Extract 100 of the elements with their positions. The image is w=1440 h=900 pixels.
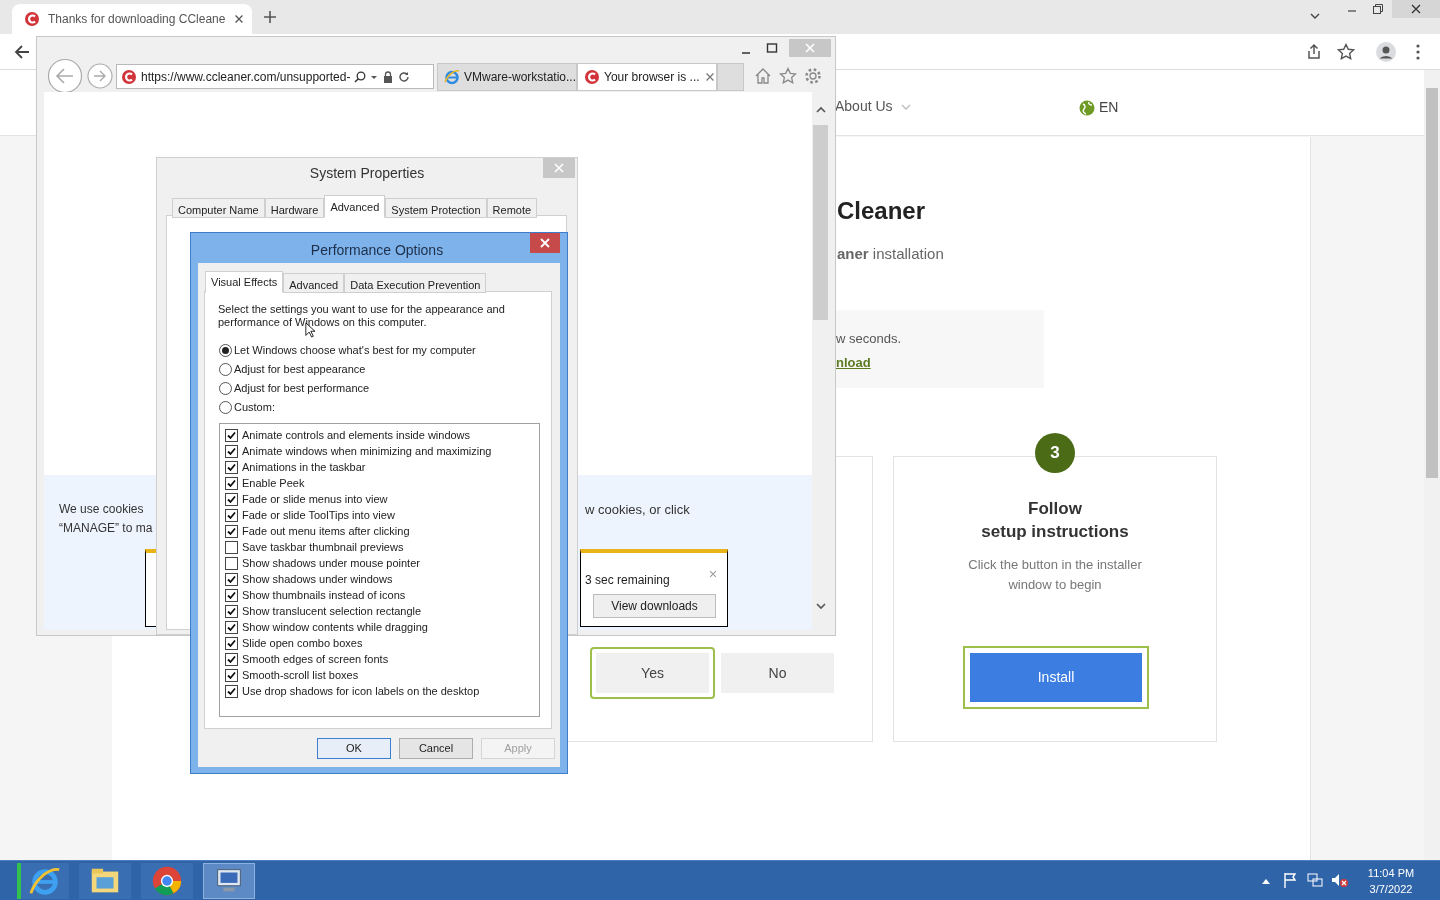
checkbox[interactable] [225, 444, 238, 458]
checkbox-label[interactable]: Slide open combo boxes [242, 634, 363, 652]
checkbox-label[interactable]: Animate controls and elements inside windows [242, 426, 471, 444]
back-arrow-icon[interactable] [13, 43, 31, 61]
url-text: https://www.ccleaner.com/unsupported- [141, 68, 351, 86]
nav-link[interactable]: About Us [835, 96, 893, 117]
download-status: 3 sec remaining [585, 572, 670, 589]
checkbox-label[interactable]: Fade out menu items after clicking [242, 522, 410, 540]
maximize-icon[interactable] [766, 42, 778, 54]
checkbox-label[interactable]: Save taskbar thumbnail previews [242, 538, 404, 556]
radio-label[interactable]: Custom: [234, 399, 275, 416]
language-selector[interactable]: EN [1099, 97, 1119, 118]
checkbox-label[interactable]: Enable Peek [242, 474, 305, 492]
checkbox-label[interactable]: Use drop shadows for icon labels on the desktop [242, 682, 480, 700]
checkbox[interactable] [225, 476, 238, 490]
checkbox[interactable] [225, 524, 238, 538]
checkbox[interactable] [225, 652, 238, 666]
scrollbar[interactable] [1424, 70, 1440, 860]
view-downloads-button[interactable]: View downloads [593, 594, 716, 618]
menu-icon[interactable] [1414, 43, 1422, 61]
step-title: Follow setup instructions [980, 498, 1130, 543]
checkbox[interactable] [225, 620, 238, 634]
dialog-button[interactable]: Cancel [399, 738, 473, 759]
new-tab-icon[interactable] [263, 10, 277, 24]
radio-label[interactable]: Let Windows choose what's best for my computer [234, 342, 476, 359]
checkbox[interactable] [225, 684, 238, 698]
lock-icon [382, 70, 395, 83]
globe-icon [1079, 99, 1095, 116]
scrollbar-thumb[interactable] [1426, 88, 1438, 478]
tab[interactable]: Remote [486, 198, 538, 218]
checkbox-label[interactable]: Smooth-scroll list boxes [242, 666, 359, 684]
checkbox[interactable] [225, 540, 238, 554]
tab[interactable]: Data Execution Prevention [344, 273, 487, 293]
scrollbar-thumb[interactable] [813, 125, 828, 320]
checkbox[interactable] [225, 668, 238, 682]
checkbox[interactable] [225, 508, 238, 522]
page-subheading: aner installation [837, 244, 944, 264]
chevron-down-icon[interactable] [815, 600, 827, 612]
checkbox-label[interactable]: Show thumbnails instead of icons [242, 586, 406, 604]
tab[interactable]: Visual Effects [205, 271, 284, 293]
network-icon[interactable] [1307, 872, 1323, 888]
settings-icon[interactable] [804, 67, 822, 85]
logo-icon [121, 68, 137, 85]
cookie-text: We use cookies [59, 501, 144, 518]
close-icon[interactable] [530, 233, 560, 253]
search-icon[interactable] [354, 70, 367, 83]
checkbox[interactable] [225, 428, 238, 442]
taskbar-button[interactable] [17, 863, 69, 899]
window-title: System Properties [308, 164, 426, 183]
checkbox[interactable] [225, 492, 238, 506]
checkbox[interactable] [225, 636, 238, 650]
dialog-button[interactable]: OK [317, 738, 391, 759]
flag-icon[interactable] [1283, 872, 1297, 888]
speaker-muted-icon[interactable] [1331, 872, 1349, 888]
tab[interactable]: Hardware [264, 198, 325, 218]
star-icon[interactable] [779, 67, 797, 85]
page-heading: Cleaner [837, 196, 926, 226]
home-icon[interactable] [754, 67, 772, 85]
chrome-icon [150, 864, 184, 898]
notice-text: w seconds. [836, 330, 903, 348]
checkbox[interactable] [225, 604, 238, 618]
checkbox-label[interactable]: Show translucent selection rectangle [242, 602, 422, 620]
tab[interactable]: Computer Name [172, 198, 265, 218]
tab[interactable]: Advanced [283, 273, 345, 293]
restore-icon[interactable] [1372, 3, 1384, 15]
checkbox-label[interactable]: Show window contents while dragging [242, 618, 428, 636]
checkbox-label[interactable]: Animate windows when minimizing and maximizing [242, 442, 492, 460]
taskbar-button[interactable] [141, 863, 193, 899]
checkbox-label[interactable]: Show shadows under windows [242, 570, 393, 588]
taskbar-button[interactable] [79, 863, 131, 899]
caret-up-icon[interactable] [1261, 877, 1271, 885]
radio-label[interactable]: Adjust for best appearance [234, 361, 366, 378]
checkbox[interactable] [225, 460, 238, 474]
browser-tab[interactable]: VMware-workstatio... [437, 63, 577, 91]
share-icon[interactable] [1305, 43, 1323, 61]
checkbox-label[interactable]: Animations in the taskbar [242, 458, 366, 476]
star-icon[interactable] [1337, 43, 1355, 61]
tab[interactable]: Advanced [324, 195, 386, 218]
browser-tab[interactable]: Your browser is ... [577, 63, 717, 91]
ie-logo-icon [444, 69, 460, 85]
cookie-text: “MANAGE” to ma [59, 520, 153, 537]
profile-icon[interactable] [1376, 42, 1396, 62]
checkbox-label[interactable]: Show shadows under mouse pointer [242, 554, 420, 572]
checkbox-label[interactable]: Fade or slide ToolTips into view [242, 506, 395, 524]
tab[interactable]: System Protection [385, 198, 487, 218]
browser-tab[interactable]: Thanks for downloading CCleane [12, 4, 252, 34]
address-bar[interactable]: https://www.ccleaner.com/unsupported- [116, 64, 434, 89]
logo-icon [24, 11, 40, 27]
checkbox[interactable] [225, 588, 238, 602]
checkbox[interactable] [225, 572, 238, 586]
checkbox[interactable] [225, 556, 238, 570]
refresh-icon[interactable] [398, 70, 411, 83]
checkbox-label[interactable]: Smooth edges of screen fonts [242, 650, 389, 668]
radio-label[interactable]: Adjust for best performance [234, 380, 370, 397]
download-link[interactable]: nload [836, 352, 1044, 372]
clock-date[interactable]: 3/7/2022 [1369, 881, 1413, 897]
logo-icon [584, 69, 600, 85]
checkbox-label[interactable]: Fade or slide menus into view [242, 490, 388, 508]
clock-time[interactable]: 11:04 PM [1367, 865, 1415, 881]
taskbar-button[interactable] [203, 863, 255, 899]
